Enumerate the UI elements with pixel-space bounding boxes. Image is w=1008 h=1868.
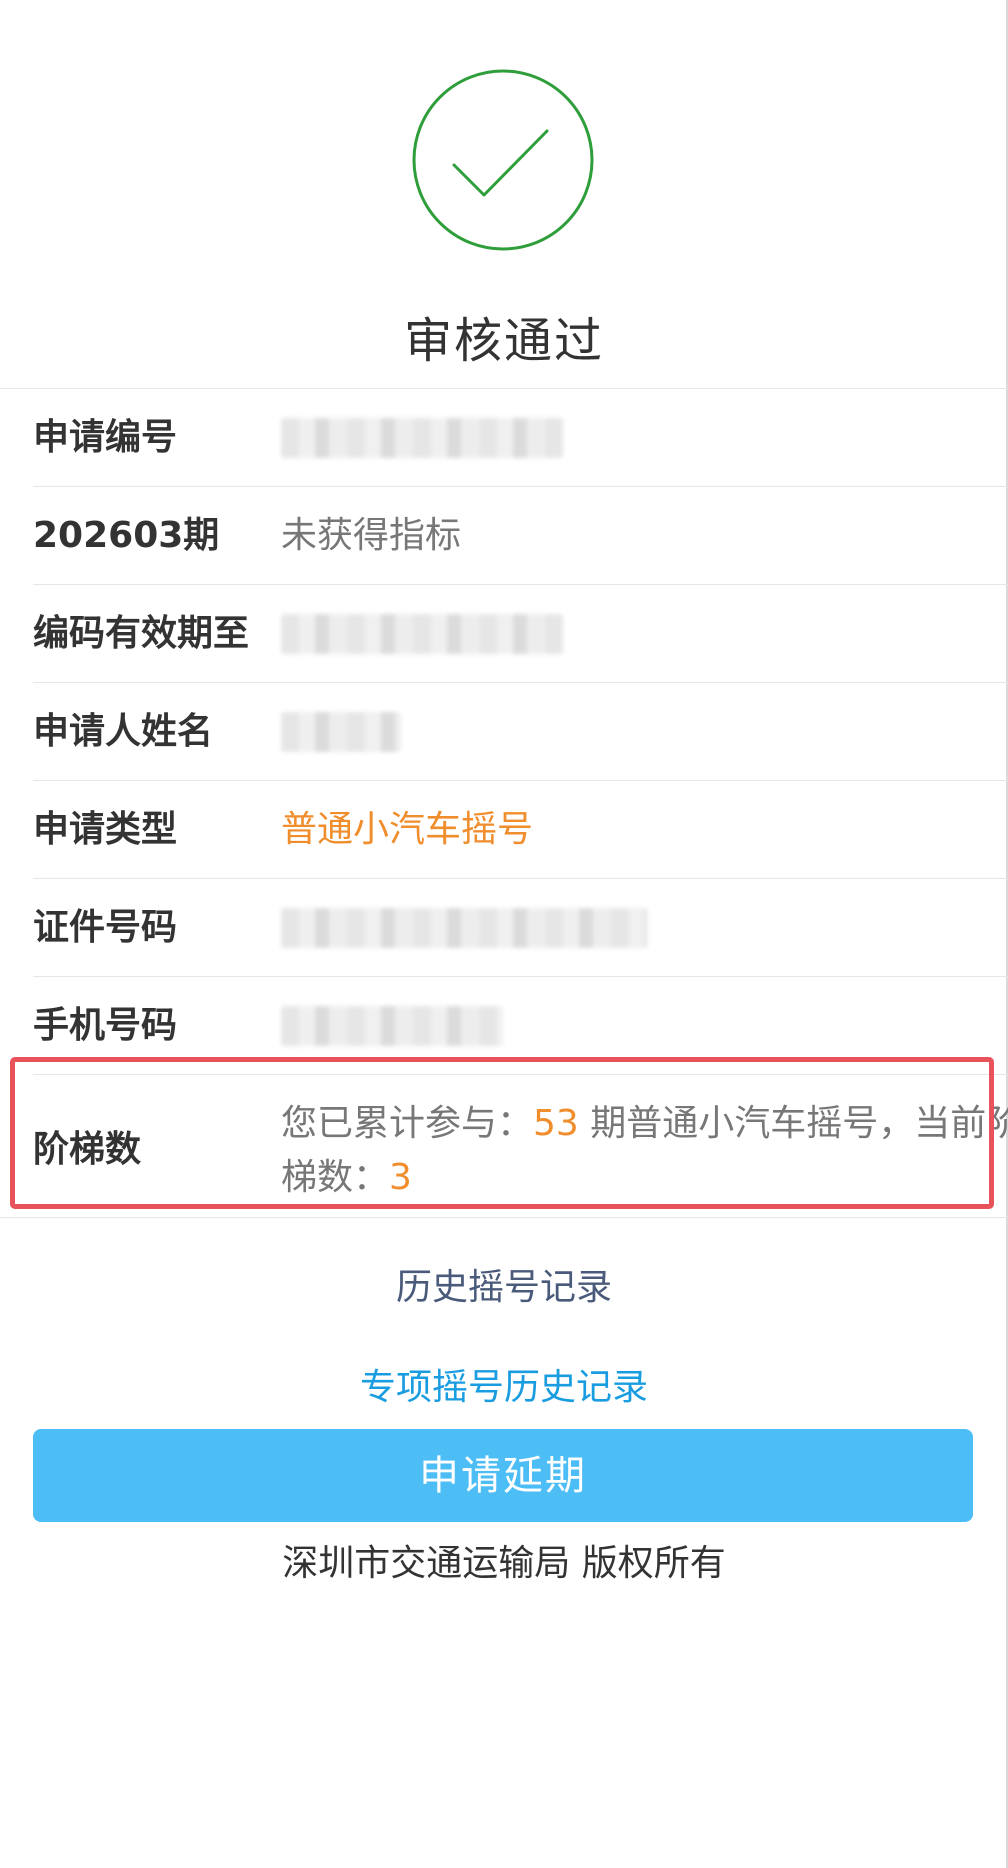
row-ladder: 阶梯数 您已累计参与：53 期普通小汽车摇号，当前阶梯数：3 <box>33 1075 1008 1225</box>
row-phone-number: 手机号码 <box>33 977 1008 1075</box>
info-list: 申请编号 202603期 未获得指标 编码有效期至 申请人姓名 申请类型 普通小… <box>0 388 1008 1225</box>
ladder-count: 3 <box>389 1157 412 1198</box>
row-application-type: 申请类型 普通小汽车摇号 <box>33 781 1008 879</box>
row-label: 申请人姓名 <box>33 711 214 752</box>
footer-copyright: 深圳市交通运输局 版权所有 <box>282 1543 726 1584</box>
row-code-expiry: 编码有效期至 <box>33 585 1008 683</box>
ladder-text-prefix: 您已累计参与： <box>281 1103 534 1144</box>
row-label: 申请编号 <box>33 417 178 458</box>
obscured-value <box>281 1006 503 1046</box>
application-type-value: 普通小汽车摇号 <box>281 809 534 850</box>
row-label: 202603期 <box>33 515 220 556</box>
row-label: 编码有效期至 <box>33 613 250 654</box>
special-history-records-link[interactable]: 专项摇号历史记录 <box>0 1362 1008 1414</box>
history-records-link[interactable]: 历史摇号记录 <box>0 1262 1008 1314</box>
row-label: 证件号码 <box>33 907 178 948</box>
ladder-periods-count: 53 <box>533 1103 579 1144</box>
apply-extension-button[interactable]: 申请延期 <box>33 1429 973 1522</box>
row-label: 手机号码 <box>33 1005 178 1046</box>
status-title: 审核通过 <box>403 313 604 369</box>
ladder-description: 您已累计参与：53 期普通小汽车摇号，当前阶梯数：3 <box>281 1097 1008 1209</box>
period-result-value: 未获得指标 <box>281 515 462 556</box>
divider <box>0 1217 1008 1218</box>
obscured-value <box>281 908 647 948</box>
row-label: 阶梯数 <box>33 1129 142 1170</box>
check-circle-icon <box>411 68 595 252</box>
row-application-number: 申请编号 <box>33 389 1008 487</box>
row-period-result: 202603期 未获得指标 <box>33 487 1008 585</box>
obscured-value <box>281 418 563 458</box>
row-id-number: 证件号码 <box>33 879 1008 977</box>
obscured-value <box>281 712 401 752</box>
obscured-value <box>281 614 563 654</box>
row-applicant-name: 申请人姓名 <box>33 683 1008 781</box>
row-label: 申请类型 <box>33 809 178 850</box>
